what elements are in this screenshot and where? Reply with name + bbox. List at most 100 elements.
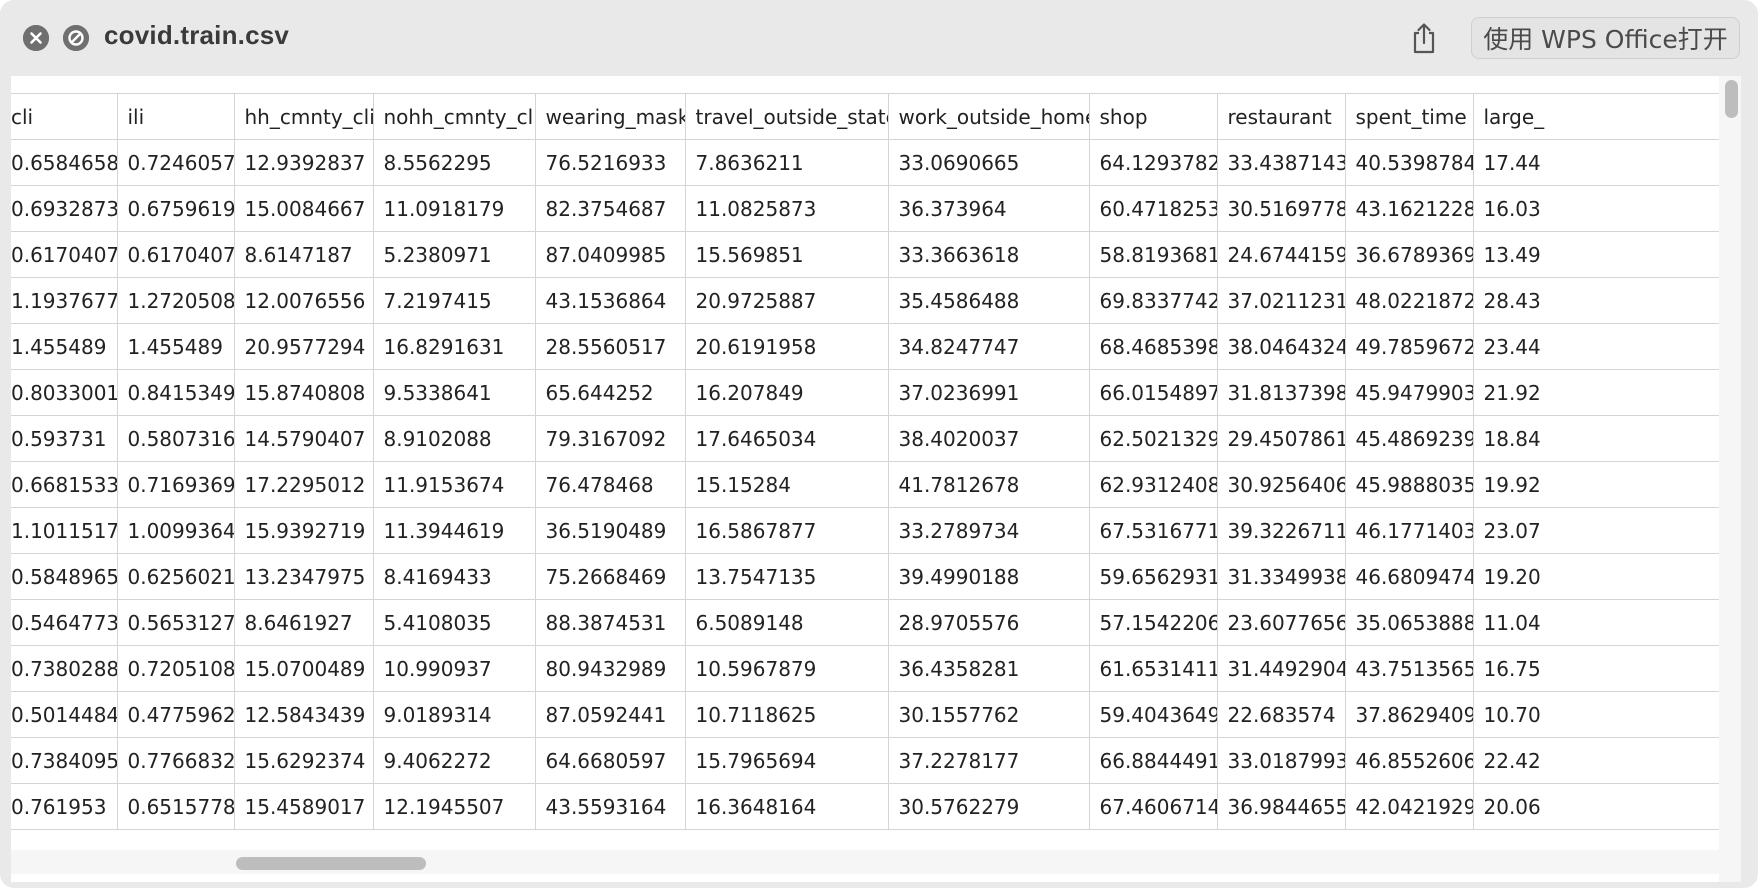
table-cell: 31.4492904: [1216, 645, 1346, 692]
horizontal-scroll-thumb[interactable]: [236, 857, 426, 870]
table-cell: 17.2295012: [233, 461, 374, 508]
table-cell: 7.2197415: [372, 277, 536, 324]
table-cell: 36.6789369: [1344, 231, 1474, 278]
table-cell: 43.1621228: [1344, 185, 1474, 232]
table-cell: 0.7380288: [11, 645, 118, 692]
table-cell: 28.9705576: [887, 599, 1090, 646]
table-row: 0.7380288 0.7205108 15.0700489 10.990937 80.…: [11, 645, 1734, 692]
table-cell: 0.6256021: [116, 553, 235, 600]
table-cell: 46.8552606: [1344, 737, 1474, 784]
table-cell: 28.43: [1472, 277, 1734, 324]
table-cell: 17.6465034: [684, 415, 889, 462]
table-cell: 79.3167092: [534, 415, 686, 462]
close-button[interactable]: [23, 25, 49, 51]
table-cell: 75.2668469: [534, 553, 686, 600]
table-cell: 62.9312408: [1088, 461, 1218, 508]
table-cell: 18.84: [1472, 415, 1734, 462]
table-cell: 0.7384095: [11, 737, 118, 784]
table-cell: 20.06: [1472, 783, 1734, 830]
table-cell: 10.5967879: [684, 645, 889, 692]
column-header: large_: [1472, 93, 1734, 140]
vertical-scroll-thumb[interactable]: [1725, 80, 1738, 118]
table-cell: 10.990937: [372, 645, 536, 692]
table-cell: 23.6077656: [1216, 599, 1346, 646]
table-cell: 11.0918179: [372, 185, 536, 232]
horizontal-scrollbar[interactable]: [11, 850, 1734, 874]
table-cell: 33.4387143: [1216, 139, 1346, 186]
table-cell: 33.2789734: [887, 507, 1090, 554]
table-cell: 1.1011517: [11, 507, 118, 554]
table-cell: 12.5843439: [233, 691, 374, 738]
table-cell: 21.92: [1472, 369, 1734, 416]
table-cell: 0.6932873: [11, 185, 118, 232]
table-cell: 0.6681533: [11, 461, 118, 508]
table-cell: 1.455489: [11, 323, 118, 370]
table-cell: 0.7246057: [116, 139, 235, 186]
table-cell: 16.8291631: [372, 323, 536, 370]
table-cell: 60.4718253: [1088, 185, 1218, 232]
vertical-scrollbar[interactable]: [1719, 76, 1741, 882]
fullscreen-disabled-button[interactable]: [63, 25, 89, 51]
table-cell: 0.7205108: [116, 645, 235, 692]
title-bar: covid.train.csv 使用 WPS Office打开: [0, 0, 1758, 76]
table-cell: 15.0084667: [233, 185, 374, 232]
table-cell: 87.0409985: [534, 231, 686, 278]
table-cell: 59.6562931: [1088, 553, 1218, 600]
table-cell: 46.6809474: [1344, 553, 1474, 600]
table-cell: 20.9577294: [233, 323, 374, 370]
table-cell: 30.9256406: [1216, 461, 1346, 508]
table-cell: 0.6584658: [11, 139, 118, 186]
column-header: restaurant: [1216, 93, 1346, 140]
table-cell: 59.4043649: [1088, 691, 1218, 738]
table-cell: 80.9432989: [534, 645, 686, 692]
share-button[interactable]: [1404, 18, 1444, 58]
table-cell: 5.4108035: [372, 599, 536, 646]
csv-preview-area: cli ili hh_cmnty_cli nohh_cmnty_cli wear…: [11, 76, 1734, 882]
table-cell: 64.6680597: [534, 737, 686, 784]
table-cell: 22.683574: [1216, 691, 1346, 738]
table-cell: 12.9392837: [233, 139, 374, 186]
table-cell: 30.1557762: [887, 691, 1090, 738]
table-cell: 23.44: [1472, 323, 1734, 370]
table-cell: 16.5867877: [684, 507, 889, 554]
table-cell: 16.75: [1472, 645, 1734, 692]
table-cell: 9.5338641: [372, 369, 536, 416]
table-cell: 8.4169433: [372, 553, 536, 600]
table-cell: 87.0592441: [534, 691, 686, 738]
header-row: cli ili hh_cmnty_cli nohh_cmnty_cli wear…: [11, 93, 1734, 140]
table-cell: 35.4586488: [887, 277, 1090, 324]
column-header: nohh_cmnty_cli: [372, 93, 536, 140]
table-cell: 45.9888035: [1344, 461, 1474, 508]
table-cell: 1.1937677: [11, 277, 118, 324]
table-cell: 31.8137398: [1216, 369, 1346, 416]
csv-table: cli ili hh_cmnty_cli nohh_cmnty_cli wear…: [11, 93, 1734, 830]
table-cell: 8.6461927: [233, 599, 374, 646]
table-viewport: cli ili hh_cmnty_cli nohh_cmnty_cli wear…: [11, 93, 1734, 850]
table-cell: 76.478468: [534, 461, 686, 508]
table-cell: 38.0464324: [1216, 323, 1346, 370]
table-cell: 15.8740808: [233, 369, 374, 416]
table-cell: 37.0236991: [887, 369, 1090, 416]
table-cell: 57.1542206: [1088, 599, 1218, 646]
table-cell: 20.6191958: [684, 323, 889, 370]
table-cell: 0.593731: [11, 415, 118, 462]
table-row: 0.5014484 0.4775962 12.5843439 9.0189314 87.…: [11, 691, 1734, 738]
table-row: 0.6932873 0.6759619 15.0084667 11.0918179 82…: [11, 185, 1734, 232]
table-cell: 29.4507861: [1216, 415, 1346, 462]
table-cell: 33.0690665: [887, 139, 1090, 186]
column-header: shop: [1088, 93, 1218, 140]
table-cell: 42.0421929: [1344, 783, 1474, 830]
open-with-wps-button[interactable]: 使用 WPS Office打开: [1471, 17, 1740, 59]
table-cell: 1.2720508: [116, 277, 235, 324]
table-cell: 88.3874531: [534, 599, 686, 646]
table-cell: 0.5464773: [11, 599, 118, 646]
table-row: 0.6584658 0.7246057 12.9392837 8.5562295 76.…: [11, 139, 1734, 186]
table-cell: 37.0211231: [1216, 277, 1346, 324]
table-cell: 0.5807316: [116, 415, 235, 462]
column-header: work_outside_home: [887, 93, 1090, 140]
table-cell: 68.4685398: [1088, 323, 1218, 370]
table-cell: 0.6759619: [116, 185, 235, 232]
table-cell: 0.8033001: [11, 369, 118, 416]
table-cell: 67.5316771: [1088, 507, 1218, 554]
table-cell: 37.8629409: [1344, 691, 1474, 738]
